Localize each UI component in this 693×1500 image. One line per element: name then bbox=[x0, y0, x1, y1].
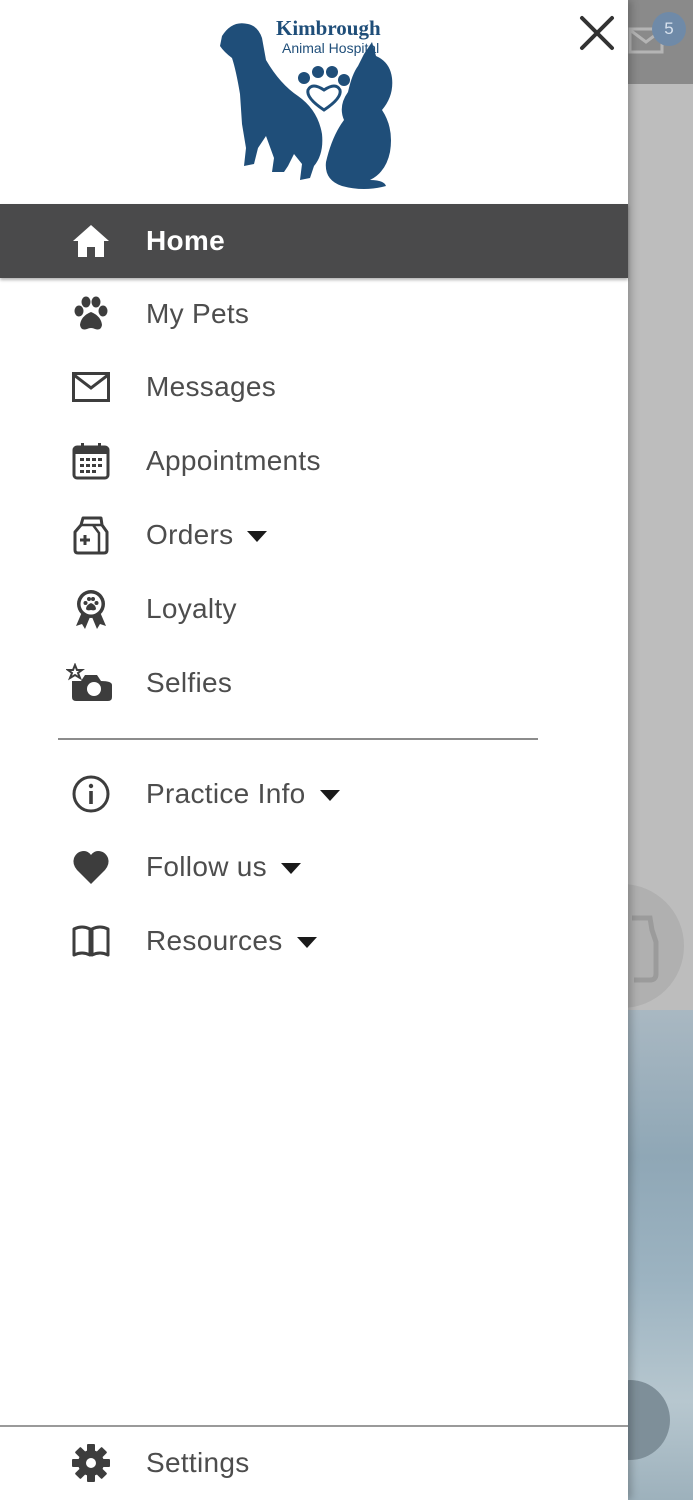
menu-item-settings[interactable]: Settings bbox=[0, 1426, 628, 1500]
info-icon bbox=[70, 773, 112, 815]
calendar-icon bbox=[70, 440, 112, 482]
menu-item-selfies[interactable]: Selfies bbox=[0, 646, 628, 720]
menu-label: Home bbox=[146, 225, 225, 256]
menu-item-resources[interactable]: Resources bbox=[0, 904, 628, 978]
menu-label-text: Resources bbox=[146, 925, 283, 956]
menu-item-orders[interactable]: Orders bbox=[0, 498, 628, 572]
camera-star-icon bbox=[66, 662, 114, 704]
menu-label: Loyalty bbox=[146, 593, 237, 624]
menu-label: Appointments bbox=[146, 445, 321, 476]
chevron-down-icon[interactable] bbox=[319, 790, 340, 801]
heart-icon bbox=[70, 846, 112, 888]
close-icon[interactable] bbox=[574, 10, 620, 56]
menu-item-messages[interactable]: Messages bbox=[0, 350, 628, 424]
menu-item-appointments[interactable]: Appointments bbox=[0, 424, 628, 498]
menu-item-my-pets[interactable]: My Pets bbox=[0, 277, 628, 351]
chevron-down-icon[interactable] bbox=[280, 863, 301, 874]
menu-item-follow-us[interactable]: Follow us bbox=[0, 830, 628, 904]
menu-label: Resources bbox=[146, 925, 317, 957]
menu-item-loyalty[interactable]: Loyalty bbox=[0, 572, 628, 646]
menu-label-text: Orders bbox=[146, 519, 234, 550]
menu-label: Orders bbox=[146, 519, 268, 551]
menu-divider bbox=[58, 738, 538, 740]
menu-label-text: Follow us bbox=[146, 851, 267, 882]
menu-item-home[interactable]: Home bbox=[0, 204, 628, 278]
menu-label: Selfies bbox=[146, 667, 233, 698]
menu-label: Practice Info bbox=[146, 778, 340, 810]
navigation-drawer: Kimbrough Animal Hospital Home My Pets M… bbox=[0, 0, 628, 1500]
menu-label: My Pets bbox=[146, 298, 250, 329]
chevron-down-icon[interactable] bbox=[247, 531, 268, 542]
gear-icon bbox=[70, 1442, 112, 1484]
award-ribbon-icon bbox=[70, 588, 112, 630]
logo: Kimbrough Animal Hospital bbox=[214, 14, 410, 190]
paw-icon bbox=[70, 293, 112, 335]
background-message-badge: 5 bbox=[652, 12, 686, 46]
menu-label: Follow us bbox=[146, 851, 301, 883]
menu-item-practice-info[interactable]: Practice Info bbox=[0, 757, 628, 831]
home-icon bbox=[70, 220, 112, 262]
logo-subtitle: Animal Hospital bbox=[282, 40, 380, 56]
logo-title: Kimbrough bbox=[276, 16, 381, 40]
pharmacy-bag-icon bbox=[70, 514, 112, 556]
mail-icon bbox=[70, 366, 112, 408]
menu-label: Messages bbox=[146, 371, 277, 402]
chevron-down-icon[interactable] bbox=[296, 937, 317, 948]
menu-label: Settings bbox=[146, 1447, 250, 1478]
menu-label-text: Practice Info bbox=[146, 778, 306, 809]
book-icon bbox=[70, 920, 112, 962]
